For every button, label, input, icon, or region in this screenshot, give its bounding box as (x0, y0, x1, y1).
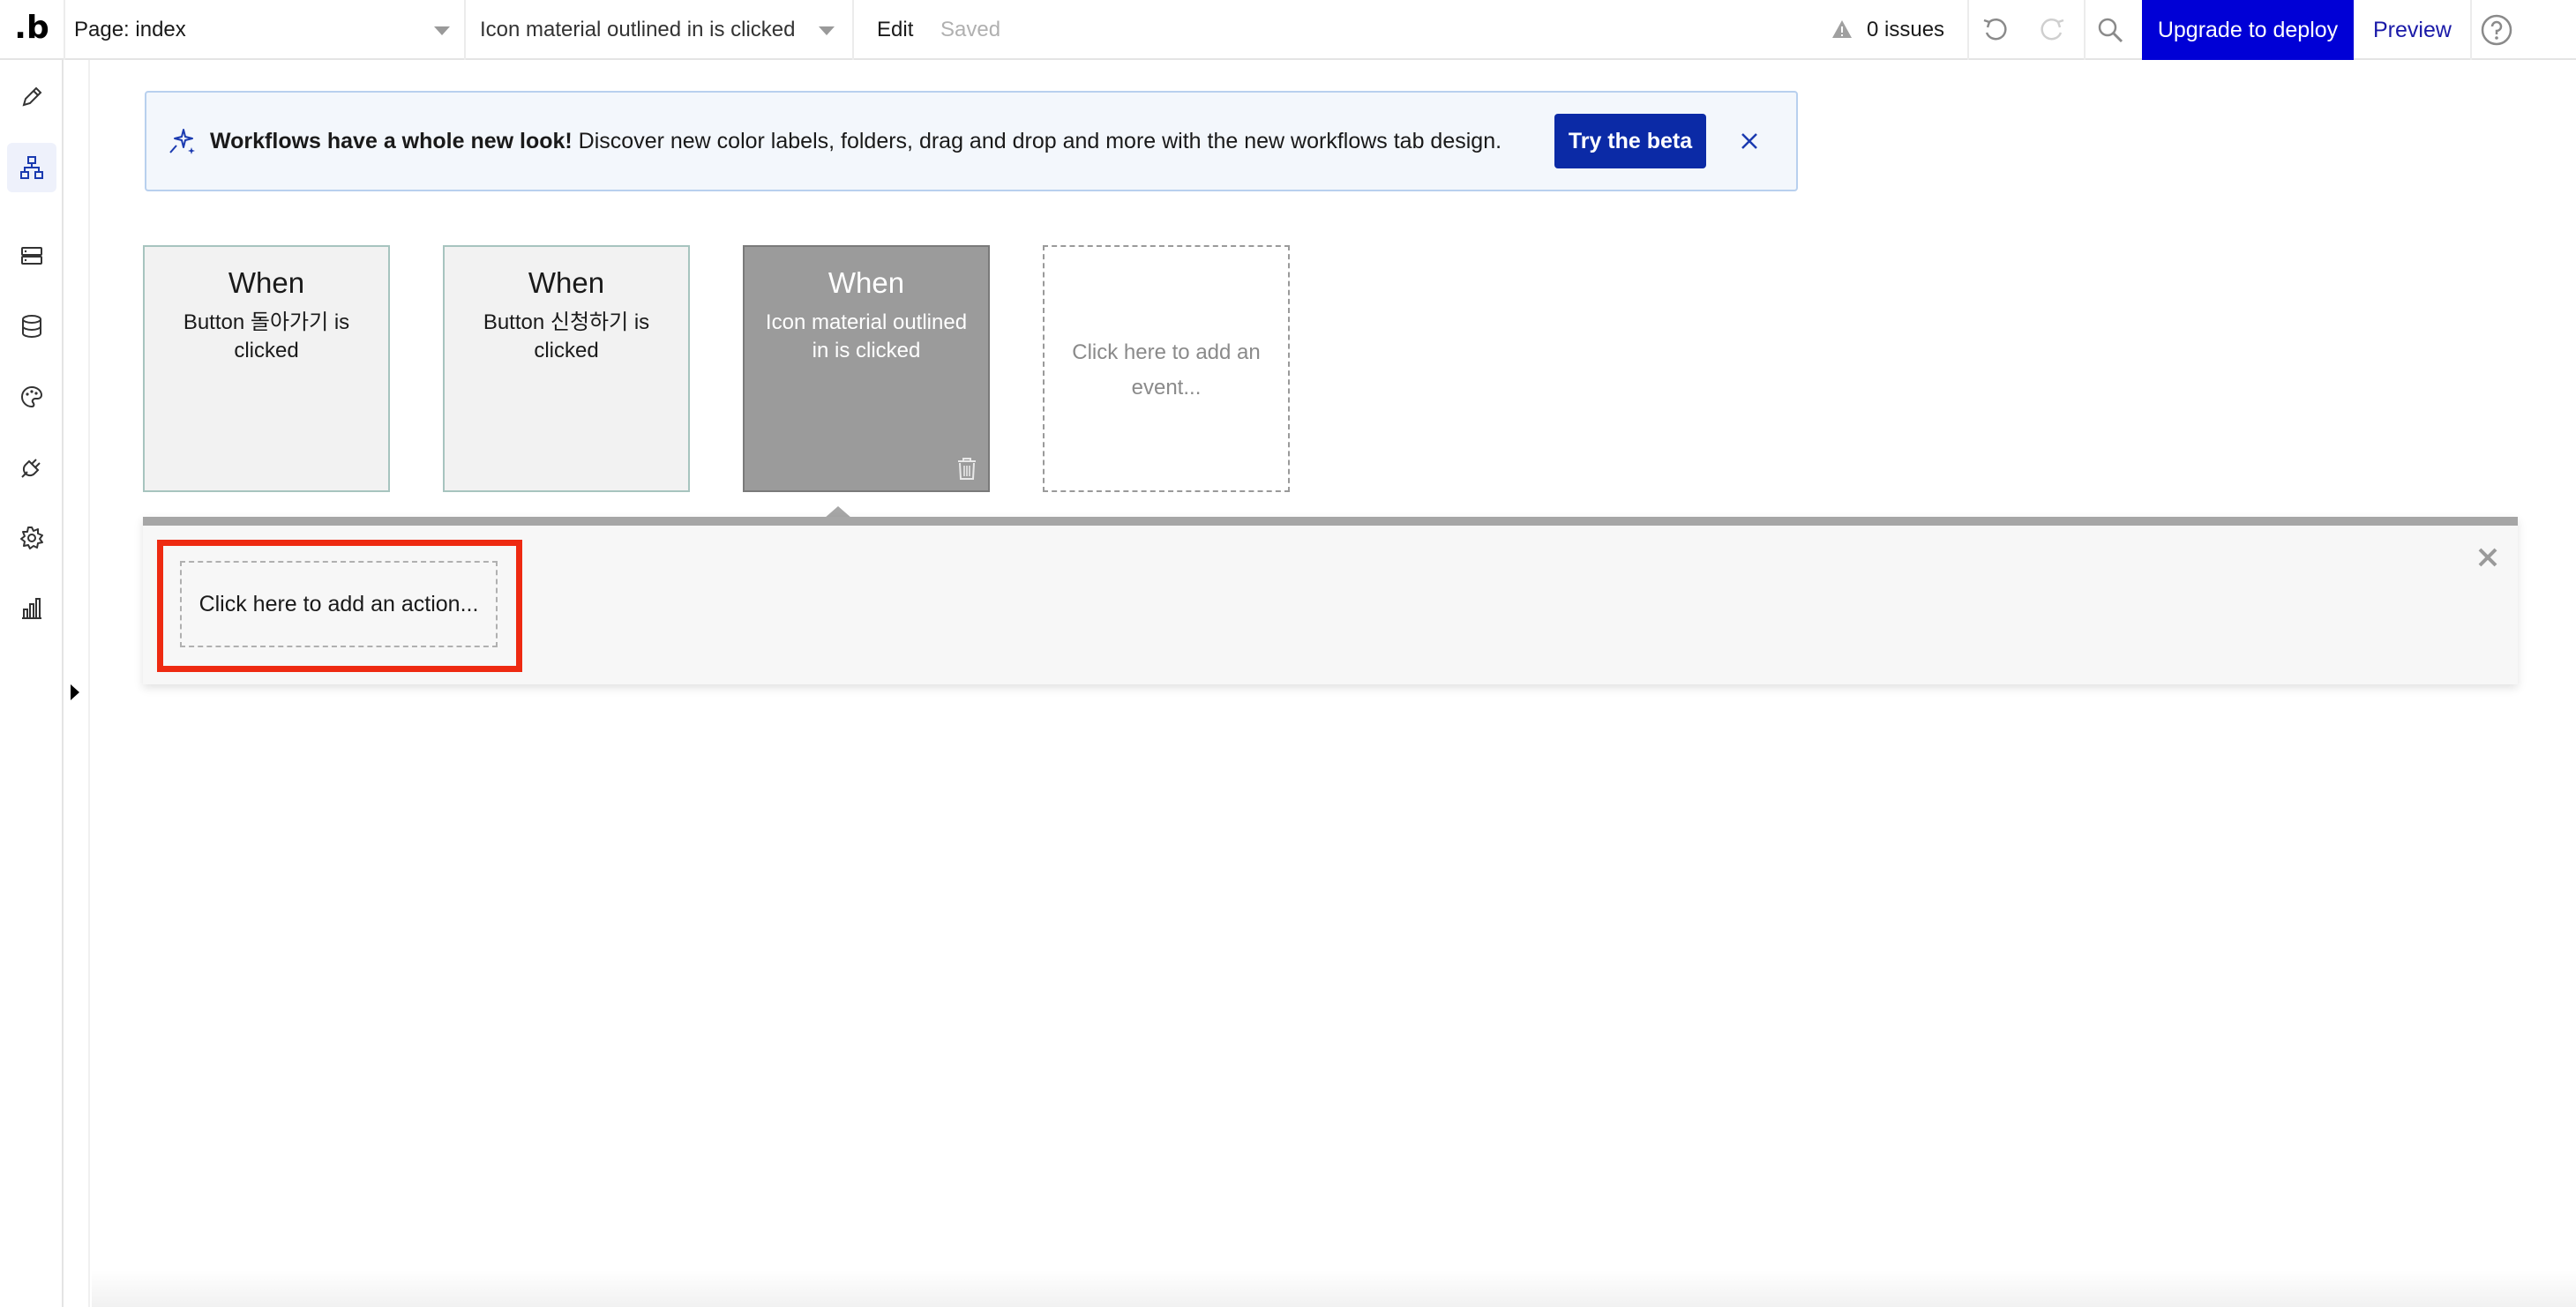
undo-icon[interactable] (1976, 11, 2015, 49)
warning-icon (1832, 20, 1852, 38)
workflows-banner: Workflows have a whole new look! Discove… (145, 91, 1798, 191)
preview-button[interactable]: Preview (2373, 0, 2452, 60)
edit-menu[interactable]: Edit (877, 0, 913, 60)
workflow-icon[interactable] (7, 143, 56, 192)
pencil-icon[interactable] (7, 72, 56, 122)
expand-panel-icon[interactable] (71, 684, 79, 700)
action-panel: Click here to add an action... (143, 517, 2518, 684)
chart-icon[interactable] (7, 584, 56, 633)
event-when-label: When (228, 266, 305, 299)
plug-icon[interactable] (7, 443, 56, 492)
server-icon[interactable] (7, 231, 56, 280)
panel-top-border (143, 517, 2518, 526)
event-when-label: When (528, 266, 605, 299)
divider (1967, 0, 1969, 60)
workflow-selector[interactable]: Icon material outlined in is clicked (466, 0, 852, 60)
banner-headline: Workflows have a whole new look! (210, 129, 573, 153)
divider (2470, 0, 2472, 60)
page-selector[interactable]: Page: index (64, 0, 464, 60)
banner-text: Discover new color labels, folders, drag… (572, 129, 1502, 153)
event-when-label: When (827, 266, 905, 299)
sparkle-icon (169, 129, 195, 154)
palette-icon[interactable] (7, 372, 56, 422)
divider (2084, 0, 2086, 60)
add-event-card[interactable]: Click here to add an event... (1043, 245, 1290, 492)
canvas-bottom-shadow (92, 1270, 2576, 1307)
left-sidebar (0, 60, 64, 1307)
save-status: Saved (940, 18, 1001, 41)
close-icon[interactable] (2474, 543, 2502, 571)
bubble-logo[interactable]: .b (12, 9, 51, 48)
event-description: Button 신청하기 is clicked (483, 310, 650, 362)
banner-message: Workflows have a whole new look! Discove… (210, 93, 1501, 190)
event-card-selected[interactable]: When Icon material outlined in is clicke… (743, 245, 990, 492)
divider (852, 0, 854, 60)
chevron-down-icon (819, 26, 835, 35)
workflow-selector-label: Icon material outlined in is clicked (480, 18, 796, 41)
event-description: Icon material outlined in is clicked (765, 310, 968, 362)
top-bar: .b Page: index Icon material outlined in… (0, 0, 2576, 60)
try-the-beta-button[interactable]: Try the beta (1554, 114, 1706, 168)
search-icon[interactable] (2091, 11, 2130, 49)
chevron-down-icon (434, 26, 450, 35)
help-icon[interactable] (2477, 11, 2516, 49)
event-card[interactable]: When Button 신청하기 is clicked (443, 245, 690, 492)
add-event-label: Click here to add an event... (1072, 340, 1261, 400)
page-selector-label: Page: index (74, 18, 186, 41)
issues-count: 0 issues (1867, 18, 1945, 41)
issues-indicator[interactable]: 0 issues (1828, 0, 1969, 60)
upgrade-to-deploy-button[interactable]: Upgrade to deploy (2142, 0, 2354, 60)
database-icon[interactable] (7, 302, 56, 351)
canvas-edge (88, 60, 90, 1307)
event-description: Button 돌아가기 is clicked (183, 310, 350, 362)
close-icon[interactable] (1734, 126, 1764, 156)
event-card[interactable]: When Button 돌아가기 is clicked (143, 245, 390, 492)
add-action-button[interactable]: Click here to add an action... (180, 561, 498, 647)
trash-icon[interactable] (955, 455, 979, 482)
gear-icon[interactable] (7, 513, 56, 563)
redo-icon[interactable] (2033, 11, 2071, 49)
